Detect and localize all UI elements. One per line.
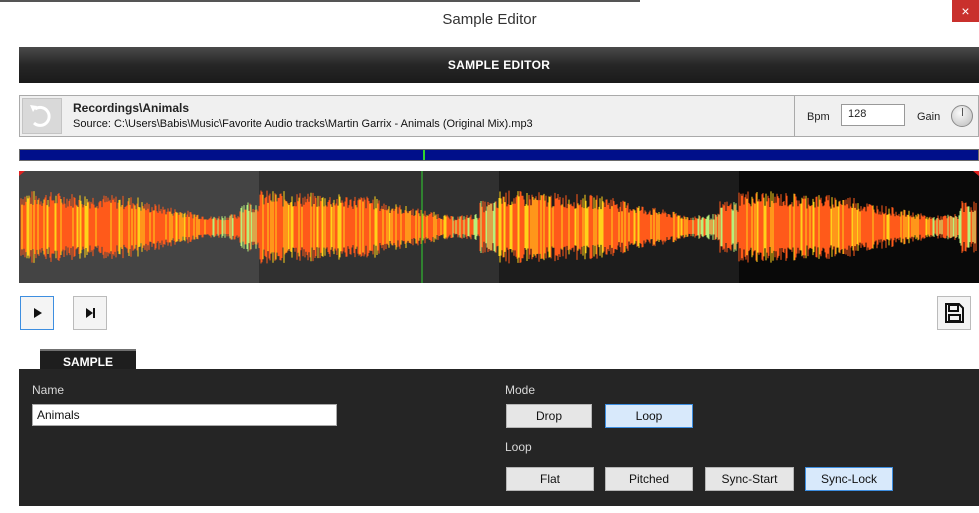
save-icon <box>945 303 964 323</box>
top-border <box>0 0 640 2</box>
undo-button[interactable] <box>22 98 62 134</box>
play-icon <box>34 308 42 318</box>
name-label: Name <box>32 383 65 397</box>
undo-icon <box>30 105 51 127</box>
save-button[interactable] <box>937 296 971 330</box>
gain-label: Gain <box>917 111 941 123</box>
recording-title: Recordings\Animals <box>73 101 190 115</box>
skip-next-icon <box>86 308 95 318</box>
sample-info-bar: Recordings\Animals Source: C:\Users\Babi… <box>19 95 979 137</box>
window-title: Sample Editor <box>442 11 537 28</box>
play-button[interactable] <box>20 296 54 330</box>
loop-label: Loop <box>505 440 532 454</box>
recording-source-path: Source: C:\Users\Babis\Music\Favorite Au… <box>73 118 533 130</box>
editor-header-title: SAMPLE EDITOR <box>447 58 551 72</box>
waveform-graphic <box>19 171 979 283</box>
loop-pitched-button[interactable]: Pitched <box>605 467 693 491</box>
bpm-label: Bpm <box>807 111 830 123</box>
mode-drop-button[interactable]: Drop <box>506 404 592 428</box>
bpm-gain-group: Bpm 128 Gain <box>794 96 979 136</box>
waveform-display[interactable] <box>19 171 979 283</box>
loop-flat-button[interactable]: Flat <box>506 467 594 491</box>
waveform-overview-bar[interactable] <box>19 149 979 161</box>
mode-loop-button[interactable]: Loop <box>605 404 693 428</box>
title-bar: Sample Editor × <box>0 0 979 38</box>
tab-sample[interactable]: SAMPLE <box>40 349 136 371</box>
name-input[interactable]: Animals <box>32 404 337 426</box>
loop-sync-lock-button[interactable]: Sync-Lock <box>805 467 893 491</box>
mode-label: Mode <box>505 383 536 397</box>
close-button[interactable]: × <box>952 0 979 22</box>
skip-next-button[interactable] <box>73 296 107 330</box>
loop-sync-start-button[interactable]: Sync-Start <box>705 467 794 491</box>
overview-playhead <box>423 150 425 160</box>
gain-knob[interactable] <box>951 105 973 127</box>
editor-header: SAMPLE EDITOR <box>19 47 979 83</box>
bpm-input[interactable]: 128 <box>841 104 905 126</box>
sample-settings-panel: Name Animals Mode Drop Loop Loop Flat Pi… <box>19 369 979 506</box>
